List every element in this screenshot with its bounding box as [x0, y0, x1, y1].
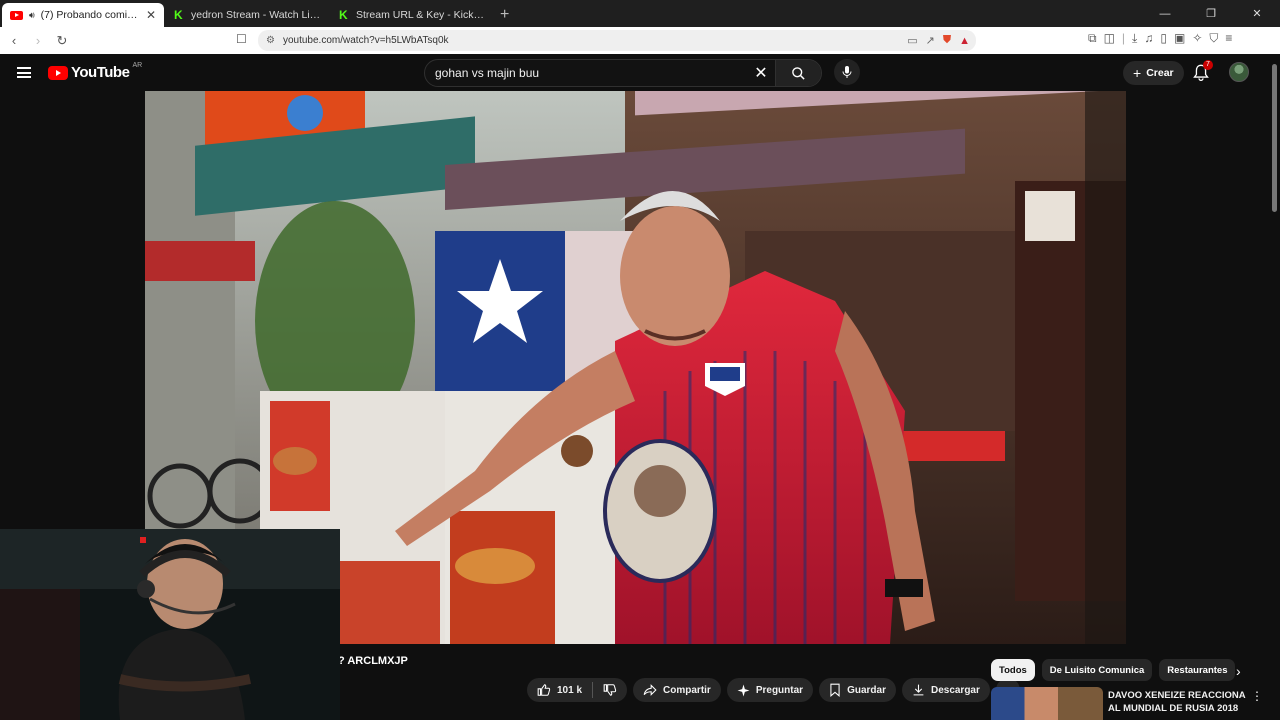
create-button[interactable]: + Crear: [1123, 61, 1184, 85]
share-button[interactable]: Compartir: [633, 678, 721, 702]
like-count: 101 k: [557, 684, 583, 696]
download-icon: [913, 684, 924, 696]
like-button[interactable]: 101 k: [527, 678, 592, 702]
plus-icon: +: [1133, 65, 1142, 81]
youtube-logo[interactable]: YouTube AR: [48, 62, 143, 81]
browser-tab-strip: 🔊︎ (7) Probando comida latina e ✕ K yedr…: [0, 0, 1280, 27]
chip-restaurantes[interactable]: Restaurantes: [1159, 659, 1236, 681]
related-filter-chips: Todos De Luisito Comunica Restaurantes: [991, 659, 1236, 681]
notification-badge: 7: [1203, 60, 1213, 70]
avatar[interactable]: [1229, 62, 1249, 82]
menu-icon[interactable]: ≡: [1225, 31, 1232, 46]
sidebar-icon[interactable]: ▯: [1160, 31, 1167, 46]
site-info-icon[interactable]: ⚙: [266, 35, 275, 46]
forward-icon[interactable]: ›: [28, 31, 48, 51]
address-toolbar: ‹ › ↻ ☐ ⚙ youtube.com/watch?v=h5LWbATsq0…: [0, 27, 1280, 54]
media-icon[interactable]: ♫: [1144, 31, 1153, 46]
youtube-header: YouTube AR gohan vs majin buu ✕ + Crear …: [0, 54, 1280, 92]
new-tab-button[interactable]: +: [500, 3, 509, 27]
save-button[interactable]: Guardar: [819, 678, 896, 702]
logo-text: YouTube: [71, 64, 130, 81]
chip-channel[interactable]: De Luisito Comunica: [1041, 659, 1153, 681]
minimize-icon[interactable]: —: [1142, 0, 1188, 27]
page-scrollbar[interactable]: [1272, 64, 1277, 212]
save-label: Guardar: [847, 684, 886, 696]
tab-youtube[interactable]: 🔊︎ (7) Probando comida latina e ✕: [2, 3, 164, 27]
url-bar[interactable]: ⚙ youtube.com/watch?v=h5LWbATsq0k ▭ ↗ ⛊ …: [258, 30, 976, 51]
microphone-icon: [842, 66, 852, 78]
window-controls: — ❐ ✕: [1142, 0, 1280, 27]
download-button[interactable]: Descargar: [901, 678, 990, 702]
youtube-play-icon: [48, 65, 68, 80]
youtube-favicon-icon: [10, 10, 23, 20]
recommended-title[interactable]: DAVOO XENEIZE REACCIONA AL MUNDIAL DE RU…: [1108, 689, 1248, 720]
brave-rewards-icon[interactable]: ▲: [959, 35, 970, 47]
downloads-icon[interactable]: ⤓: [1132, 31, 1137, 46]
ask-button[interactable]: Preguntar: [726, 678, 814, 702]
tab-kick-watch[interactable]: K yedron Stream - Watch Live on Kick: [166, 3, 329, 27]
kick-favicon-icon: K: [339, 7, 348, 22]
audio-icon[interactable]: 🔊︎: [29, 10, 35, 21]
webcam-image: [0, 529, 340, 720]
recommended-video[interactable]: DAVOO XENEIZE REACCIONA AL MUNDIAL DE RU…: [991, 687, 1271, 720]
brave-shield-icon[interactable]: ⛊: [943, 34, 951, 47]
ask-label: Preguntar: [755, 684, 804, 696]
country-code: AR: [132, 62, 143, 69]
extension-icon[interactable]: ⧉: [1088, 31, 1097, 46]
chevron-right-icon[interactable]: ›: [1236, 663, 1241, 679]
vpn-icon[interactable]: ⛉: [1209, 31, 1218, 46]
cast-icon[interactable]: ▭: [907, 34, 917, 47]
restore-icon[interactable]: ❐: [1188, 0, 1234, 27]
tab-kick-dashboard[interactable]: K Stream URL & Key - Kick Dashboard: [331, 3, 494, 27]
search-icon: [792, 66, 805, 80]
search-input[interactable]: gohan vs majin buu: [425, 66, 747, 80]
download-label: Descargar: [930, 684, 980, 696]
back-icon[interactable]: ‹: [4, 31, 24, 51]
leo-ai-icon[interactable]: ✧: [1192, 31, 1202, 46]
channel-name[interactable]: ? ARCLMXJP: [338, 655, 408, 667]
divider: |: [1121, 31, 1126, 45]
extensions-toolbar: ⧉ ◫ | ⤓ ♫ ▯ ▣ ✧ ⛉ ≡: [1088, 31, 1232, 46]
search-box[interactable]: gohan vs majin buu ✕: [424, 59, 822, 87]
chip-todos[interactable]: Todos: [991, 659, 1035, 681]
video-thumbnail[interactable]: [991, 687, 1103, 720]
voice-search-button[interactable]: [834, 59, 860, 85]
tab-title: Stream URL & Key - Kick Dashboard: [356, 9, 486, 21]
share-arrow-icon: [643, 684, 657, 696]
bookmark-icon: [830, 683, 840, 697]
url-actions: ▭ ↗ ⛊ ▲: [907, 34, 970, 47]
reload-icon[interactable]: ↻: [52, 31, 72, 51]
bookmark-icon[interactable]: ☐: [236, 32, 247, 46]
clear-search-icon[interactable]: ✕: [747, 63, 775, 83]
search-button[interactable]: [775, 60, 821, 86]
url-text: youtube.com/watch?v=h5LWbATsq0k: [282, 35, 449, 46]
dislike-button[interactable]: [593, 678, 627, 702]
wallet-icon[interactable]: ▣: [1174, 31, 1185, 46]
kick-favicon-icon: K: [174, 7, 183, 22]
tab-title: (7) Probando comida latina e: [40, 9, 140, 21]
screenshot-icon[interactable]: ◫: [1104, 31, 1115, 46]
create-label: Crear: [1146, 67, 1174, 79]
sparkle-icon: [737, 684, 750, 696]
webcam-overlay: [0, 529, 340, 720]
hamburger-menu-icon[interactable]: [17, 67, 31, 78]
thumbs-down-icon: [603, 684, 617, 696]
notifications-button[interactable]: 7: [1193, 60, 1213, 82]
close-tab-icon[interactable]: ✕: [146, 8, 156, 22]
close-window-icon[interactable]: ✕: [1234, 0, 1280, 27]
video-actions: 101 k Compartir Preguntar Guardar Descar…: [527, 678, 1020, 702]
share-icon[interactable]: ↗: [926, 34, 935, 47]
kebab-menu-icon[interactable]: ⋮: [1251, 689, 1263, 703]
thumbs-up-icon: [537, 684, 551, 696]
tab-title: yedron Stream - Watch Live on Kick: [191, 9, 321, 21]
share-label: Compartir: [663, 684, 711, 696]
like-dislike-group: 101 k: [527, 678, 628, 702]
